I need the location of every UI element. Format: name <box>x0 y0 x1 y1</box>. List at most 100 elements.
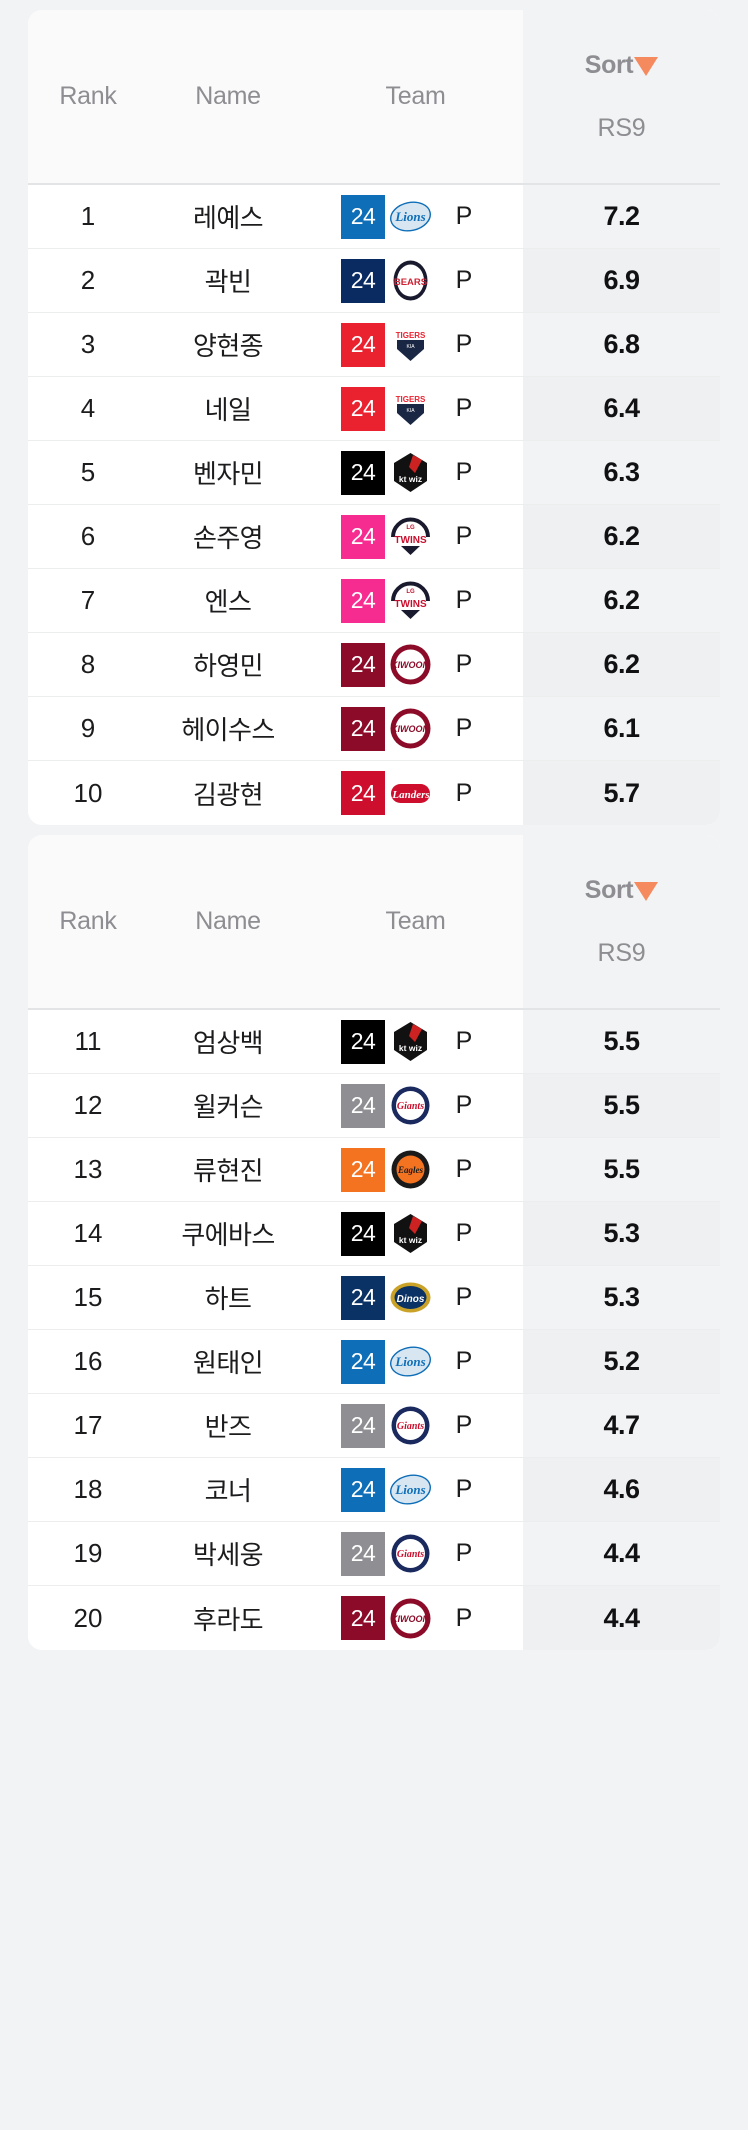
cell-player-name[interactable]: 원태인 <box>148 1330 308 1393</box>
svg-text:Dinos: Dinos <box>397 1294 425 1305</box>
cell-player-name[interactable]: 레예스 <box>148 185 308 248</box>
cell-player-name[interactable]: 김광현 <box>148 761 308 825</box>
cell-position: P <box>455 650 473 678</box>
cell-position: P <box>455 202 473 230</box>
column-header-stat[interactable]: Sort RS9 <box>523 835 720 1008</box>
table-row[interactable]: 15 하트 24 Dinos P 5.3 <box>28 1266 720 1330</box>
table-row[interactable]: 7 엔스 24 LG TWINS P 6.2 <box>28 569 720 633</box>
table-row[interactable]: 9 헤이수스 24 KIWOOM P 6.1 <box>28 697 720 761</box>
cell-player-name[interactable]: 곽빈 <box>148 249 308 312</box>
season-badge: 24 <box>341 1147 385 1192</box>
table-row[interactable]: 19 박세웅 24 Giants P 4.4 <box>28 1522 720 1586</box>
cell-team: 24 Eagles P <box>308 1138 523 1201</box>
cell-position: P <box>455 1347 473 1375</box>
cell-rank: 13 <box>73 1154 103 1184</box>
table-row[interactable]: 20 후라도 24 KIWOOM P 4.4 <box>28 1586 720 1650</box>
column-header-name[interactable]: Name <box>148 82 308 111</box>
cell-team: 24 Lions P <box>308 1330 523 1393</box>
cell-player-name[interactable]: 엔스 <box>148 569 308 632</box>
cell-position: P <box>455 330 473 358</box>
kiwoom-team-logo-icon: KIWOOM <box>389 707 432 750</box>
kia-team-logo-icon: TIGERS KIA <box>389 323 432 366</box>
cell-player-name[interactable]: 류현진 <box>148 1138 308 1201</box>
table-row[interactable]: 8 하영민 24 KIWOOM P 6.2 <box>28 633 720 697</box>
cell-position: P <box>455 394 473 422</box>
season-badge: 24 <box>341 1531 385 1576</box>
sort-control[interactable]: Sort <box>585 51 659 80</box>
table-row[interactable]: 3 양현종 24 TIGERS KIA P 6.8 <box>28 313 720 377</box>
cell-stat-value: 5.5 <box>523 1074 720 1137</box>
svg-text:Giants: Giants <box>397 1421 424 1432</box>
table-row[interactable]: 4 네일 24 TIGERS KIA P 6.4 <box>28 377 720 441</box>
table-row[interactable]: 6 손주영 24 LG TWINS P 6.2 <box>28 505 720 569</box>
cell-rank: 8 <box>80 649 96 679</box>
cell-stat-value: 4.6 <box>523 1458 720 1521</box>
table-row[interactable]: 11 엄상백 24 kt wiz P 5.5 <box>28 1010 720 1074</box>
hanwha-team-logo-icon: Eagles <box>389 1148 432 1191</box>
cell-team: 24 KIWOOM P <box>308 1586 523 1650</box>
table-row[interactable]: 5 벤자민 24 kt wiz P 6.3 <box>28 441 720 505</box>
column-header-rank[interactable]: Rank <box>28 82 148 111</box>
cell-stat-value: 5.3 <box>523 1266 720 1329</box>
season-badge: 24 <box>341 386 385 431</box>
season-badge: 24 <box>341 1403 385 1448</box>
cell-player-name[interactable]: 윌커슨 <box>148 1074 308 1137</box>
column-header-team[interactable]: Team <box>308 82 523 111</box>
cell-player-name[interactable]: 손주영 <box>148 505 308 568</box>
table-row[interactable]: 1 레예스 24 Lions P 7.2 <box>28 185 720 249</box>
samsung-team-logo-icon: Lions <box>389 1340 432 1383</box>
season-badge: 24 <box>341 1019 385 1064</box>
nc-team-logo-icon: Dinos <box>389 1276 432 1319</box>
cell-stat-value: 6.2 <box>523 505 720 568</box>
svg-text:kt wiz: kt wiz <box>399 1235 422 1245</box>
cell-stat-value: 5.5 <box>523 1010 720 1073</box>
table-row[interactable]: 2 곽빈 24 BEARS P 6.9 <box>28 249 720 313</box>
table-body-2: 11 엄상백 24 kt wiz P 5.5 12 윌커슨 24 Giants … <box>28 1010 720 1650</box>
column-header-stat[interactable]: Sort RS9 <box>523 10 720 183</box>
ranking-page: Rank Name Team Sort RS9 1 레예스 24 Lions P… <box>0 10 748 2130</box>
cell-team: 24 kt wiz P <box>308 1010 523 1073</box>
table-row[interactable]: 16 원태인 24 Lions P 5.2 <box>28 1330 720 1394</box>
kia-team-logo-icon: TIGERS KIA <box>389 387 432 430</box>
cell-player-name[interactable]: 벤자민 <box>148 441 308 504</box>
svg-text:KIA: KIA <box>406 344 415 350</box>
svg-text:KIWOOM: KIWOOM <box>391 660 430 670</box>
season-badge: 24 <box>341 450 385 495</box>
cell-player-name[interactable]: 네일 <box>148 377 308 440</box>
cell-player-name[interactable]: 반즈 <box>148 1394 308 1457</box>
stat-column-label: RS9 <box>597 938 646 967</box>
cell-player-name[interactable]: 엄상백 <box>148 1010 308 1073</box>
cell-player-name[interactable]: 박세웅 <box>148 1522 308 1585</box>
column-header-rank[interactable]: Rank <box>28 907 148 936</box>
cell-player-name[interactable]: 하트 <box>148 1266 308 1329</box>
svg-text:Giants: Giants <box>397 1101 424 1112</box>
cell-player-name[interactable]: 쿠에바스 <box>148 1202 308 1265</box>
cell-position: P <box>455 266 473 294</box>
cell-position: P <box>455 586 473 614</box>
cell-stat-value: 5.7 <box>523 761 720 825</box>
caret-down-icon <box>634 57 659 76</box>
cell-player-name[interactable]: 양현종 <box>148 313 308 376</box>
cell-team: 24 TIGERS KIA P <box>308 377 523 440</box>
table-header-1: Rank Name Team Sort RS9 <box>28 10 720 185</box>
cell-player-name[interactable]: 하영민 <box>148 633 308 696</box>
cell-player-name[interactable]: 코너 <box>148 1458 308 1521</box>
column-header-team[interactable]: Team <box>308 907 523 936</box>
lotte-team-logo-icon: Giants <box>389 1404 432 1447</box>
cell-team: 24 KIWOOM P <box>308 633 523 696</box>
cell-position: P <box>455 1475 473 1503</box>
cell-player-name[interactable]: 후라도 <box>148 1586 308 1650</box>
table-row[interactable]: 13 류현진 24 Eagles P 5.5 <box>28 1138 720 1202</box>
cell-rank: 2 <box>80 265 96 295</box>
cell-player-name[interactable]: 헤이수스 <box>148 697 308 760</box>
column-header-name[interactable]: Name <box>148 907 308 936</box>
table-row[interactable]: 17 반즈 24 Giants P 4.7 <box>28 1394 720 1458</box>
table-row[interactable]: 18 코너 24 Lions P 4.6 <box>28 1458 720 1522</box>
table-row[interactable]: 14 쿠에바스 24 kt wiz P 5.3 <box>28 1202 720 1266</box>
cell-stat-value: 6.9 <box>523 249 720 312</box>
cell-position: P <box>455 1603 473 1632</box>
sort-control[interactable]: Sort <box>585 876 659 905</box>
table-row[interactable]: 10 김광현 24 Landers P 5.7 <box>28 761 720 825</box>
cell-position: P <box>455 1411 473 1439</box>
table-row[interactable]: 12 윌커슨 24 Giants P 5.5 <box>28 1074 720 1138</box>
